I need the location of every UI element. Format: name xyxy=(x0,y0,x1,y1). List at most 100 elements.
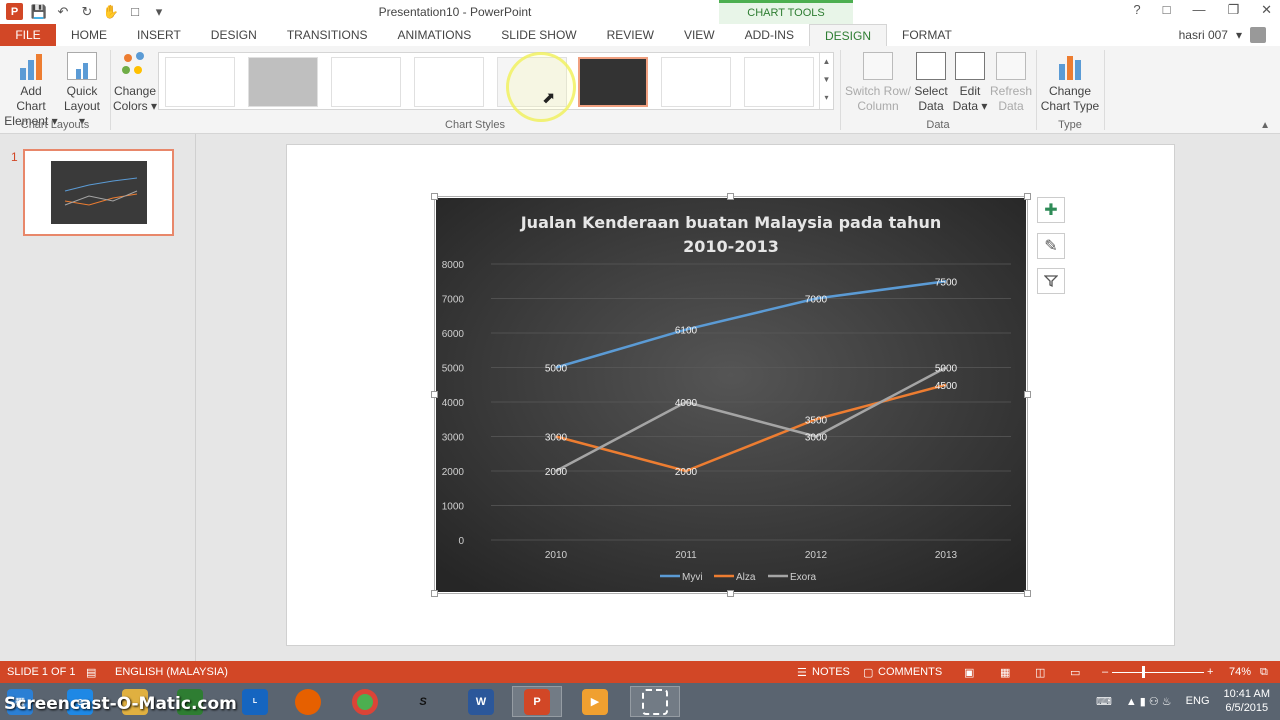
data-label-exora[interactable]: 5000 xyxy=(935,364,958,375)
data-label-myvi[interactable]: 7000 xyxy=(805,295,828,306)
tab-home[interactable]: HOME xyxy=(56,24,122,46)
minimize-icon[interactable]: — xyxy=(1192,2,1205,18)
spell-check-icon[interactable]: ▤ xyxy=(86,666,96,679)
tab-view[interactable]: VIEW xyxy=(669,24,730,46)
slide-thumbnail[interactable] xyxy=(23,149,174,236)
user-account[interactable]: hasri 007 ▾ xyxy=(1179,27,1266,43)
tab-file[interactable]: FILE xyxy=(0,24,56,46)
resize-handle-top-right[interactable] xyxy=(1024,193,1031,200)
add-chart-element-button[interactable]: Add Chart Element ▾ xyxy=(4,52,58,129)
quick-layout-button[interactable]: Quick Layout ▾ xyxy=(60,52,104,129)
chart-style-7[interactable] xyxy=(661,57,731,107)
legend-label-alza[interactable]: Alza xyxy=(736,572,756,583)
data-label-myvi[interactable]: 5000 xyxy=(545,364,568,375)
taskbar-chrome[interactable] xyxy=(340,686,390,717)
system-clock[interactable]: 10:41 AM 6/5/2015 xyxy=(1224,687,1270,715)
legend-label-exora[interactable]: Exora xyxy=(790,572,817,583)
edit-data-button[interactable]: Edit Data ▾ xyxy=(951,52,989,114)
chart-style-4[interactable] xyxy=(414,57,484,107)
switch-row-column-button[interactable]: Switch Row/ Column xyxy=(843,52,913,114)
data-label-myvi[interactable]: 7500 xyxy=(935,277,958,288)
tab-list: HOME INSERT DESIGN TRANSITIONS ANIMATIONS SLI… xyxy=(56,24,967,46)
resize-handle-top[interactable] xyxy=(727,193,734,200)
keyboard-icon[interactable]: ⌨ xyxy=(1096,695,1112,708)
legend-label-myvi[interactable]: Myvi xyxy=(682,572,703,583)
fit-slide-icon[interactable]: ⧉ xyxy=(1260,666,1268,679)
tab-review[interactable]: REVIEW xyxy=(592,24,669,46)
data-label-exora[interactable]: 4000 xyxy=(675,398,698,409)
chart-elements-button[interactable]: ✚ xyxy=(1037,197,1065,223)
taskbar-word[interactable]: W xyxy=(456,686,506,717)
data-label-alza[interactable]: 2000 xyxy=(675,467,698,478)
zoom-out-icon[interactable]: – xyxy=(1102,666,1108,678)
slide-show-icon[interactable]: ▭ xyxy=(1070,666,1080,679)
chart-style-3[interactable] xyxy=(331,57,401,107)
change-chart-type-button[interactable]: Change Chart Type xyxy=(1039,52,1101,114)
tab-transitions[interactable]: TRANSITIONS xyxy=(272,24,383,46)
chart-title-line-1[interactable]: Jualan Kenderaan buatan Malaysia pada ta… xyxy=(520,213,942,232)
taskbar-powerpoint[interactable]: P xyxy=(512,686,562,717)
chart-style-6[interactable] xyxy=(578,57,648,107)
tab-format[interactable]: FORMAT xyxy=(887,24,967,46)
chart-filters-button[interactable] xyxy=(1037,268,1065,294)
taskbar-firefox[interactable] xyxy=(283,686,333,717)
refresh-data-button[interactable]: Refresh Data xyxy=(990,52,1032,114)
tab-animations[interactable]: ANIMATIONS xyxy=(382,24,486,46)
data-label-alza[interactable]: 3500 xyxy=(805,415,828,426)
reading-view-icon[interactable]: ◫ xyxy=(1035,666,1045,679)
normal-view-icon[interactable]: ▣ xyxy=(964,666,974,679)
chart-style-2[interactable] xyxy=(248,57,318,107)
data-label-alza[interactable]: 3000 xyxy=(545,433,568,444)
zoom-in-icon[interactable]: + xyxy=(1207,666,1213,678)
input-language[interactable]: ENG xyxy=(1186,695,1210,707)
tab-design-chart[interactable]: DESIGN xyxy=(808,24,887,46)
resize-handle-bottom[interactable] xyxy=(727,590,734,597)
chart-legend[interactable]: Myvi Alza Exora xyxy=(660,572,817,583)
taskbar-media[interactable]: ▶ xyxy=(570,686,620,717)
collapse-ribbon-icon[interactable]: ▲ xyxy=(1260,120,1270,131)
data-label-exora[interactable]: 3000 xyxy=(805,433,828,444)
data-label-alza[interactable]: 4500 xyxy=(935,381,958,392)
language-indicator[interactable]: ENGLISH (MALAYSIA) xyxy=(115,666,228,678)
help-icon[interactable]: ? xyxy=(1133,2,1140,18)
zoom-slider-thumb[interactable] xyxy=(1142,666,1145,678)
data-label-myvi[interactable]: 6100 xyxy=(675,326,698,337)
slide-sorter-icon[interactable]: ▦ xyxy=(1000,666,1010,679)
gallery-scrollbar[interactable]: ▲ ▼ ▾ xyxy=(819,53,833,109)
chart-style-1[interactable] xyxy=(165,57,235,107)
ribbon-display-options-icon[interactable]: □ xyxy=(1163,2,1171,18)
scroll-up-icon[interactable]: ▲ xyxy=(820,53,833,71)
group-label-chart-styles: Chart Styles xyxy=(445,119,505,131)
change-chart-type-label-2: Chart Type xyxy=(1040,99,1100,113)
scroll-down-icon[interactable]: ▼ xyxy=(820,71,833,89)
tray-icons[interactable]: ▲ ▮ ⚇ ♨ xyxy=(1126,695,1172,708)
zoom-level[interactable]: 74% xyxy=(1229,666,1251,678)
taskbar-lenovo[interactable]: L xyxy=(230,686,280,717)
select-data-button[interactable]: Select Data xyxy=(912,52,950,114)
line-chart[interactable]: Jualan Kenderaan buatan Malaysia pada ta… xyxy=(436,198,1026,592)
comments-button[interactable]: COMMENTS xyxy=(878,666,942,678)
taskbar-som[interactable]: S xyxy=(398,686,448,717)
resize-handle-top-left[interactable] xyxy=(431,193,438,200)
chart-title-line-2[interactable]: 2010-2013 xyxy=(683,237,779,256)
tab-insert[interactable]: INSERT xyxy=(122,24,196,46)
tab-add-ins[interactable]: ADD-INS xyxy=(730,24,809,46)
restore-icon[interactable]: ❐ xyxy=(1227,2,1239,18)
notes-button[interactable]: NOTES xyxy=(812,666,850,678)
data-label-exora[interactable]: 2000 xyxy=(545,467,568,478)
close-icon[interactable]: ✕ xyxy=(1261,2,1272,18)
resize-handle-right[interactable] xyxy=(1024,391,1031,398)
tab-slide-show[interactable]: SLIDE SHOW xyxy=(486,24,591,46)
resize-handle-bottom-right[interactable] xyxy=(1024,590,1031,597)
zoom-slider[interactable] xyxy=(1112,672,1204,673)
more-styles-icon[interactable]: ▾ xyxy=(820,89,833,107)
add-chart-element-icon xyxy=(16,52,46,80)
resize-handle-left[interactable] xyxy=(431,391,438,398)
resize-handle-bottom-left[interactable] xyxy=(431,590,438,597)
tab-design[interactable]: DESIGN xyxy=(196,24,272,46)
chart-area[interactable] xyxy=(436,198,1026,592)
taskbar-snipping[interactable] xyxy=(630,686,680,717)
chart-style-8[interactable] xyxy=(744,57,814,107)
chart-styles-button[interactable]: ✎ xyxy=(1037,233,1065,259)
change-colors-button[interactable]: Change Colors ▾ xyxy=(112,52,158,114)
